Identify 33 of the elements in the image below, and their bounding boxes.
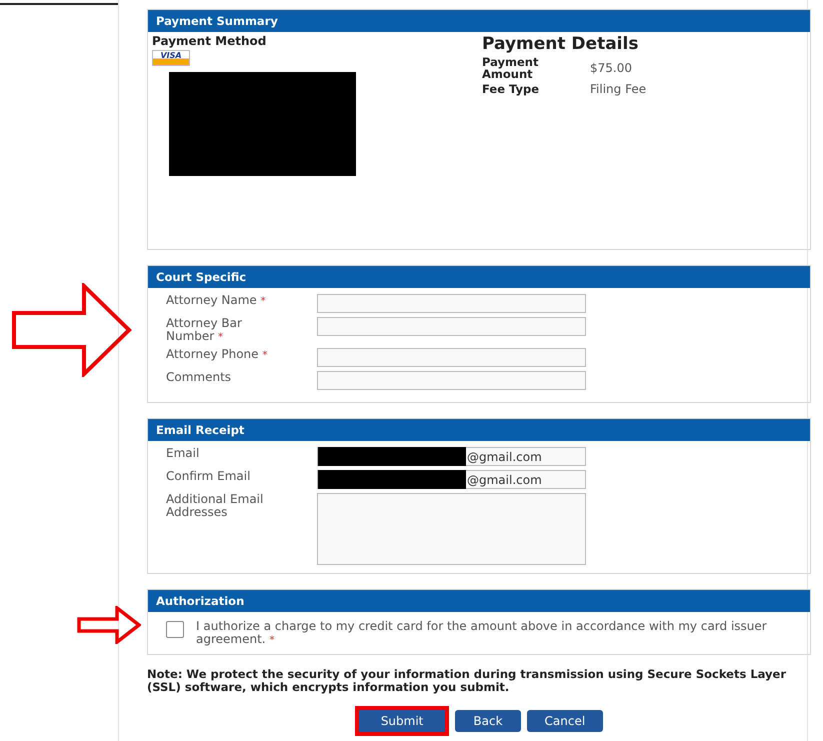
- payment-method-label: Payment Method: [152, 34, 268, 48]
- field-label: Attorney Phone *: [166, 348, 268, 362]
- input-field[interactable]: [317, 371, 586, 390]
- panel-header: Court Specific: [148, 266, 810, 288]
- arrow-annotation-icon: [77, 606, 141, 644]
- card-logo: VISA: [152, 50, 190, 66]
- detail-label: Fee Type: [482, 83, 540, 95]
- checkbox[interactable]: [166, 621, 184, 638]
- authorization-text: I authorize a charge to my credit card for the amount above in accordance with my card issuer agreement. *: [196, 620, 768, 647]
- field-label: Comments: [166, 371, 232, 384]
- field-label: Email: [166, 447, 200, 460]
- input-field[interactable]: [317, 348, 586, 367]
- arrow-annotation-icon: [12, 283, 132, 377]
- detail-value: $75.00: [590, 61, 632, 75]
- field-label: Attorney Bar Number *: [166, 317, 243, 344]
- form-button[interactable]: Back: [455, 710, 521, 732]
- field-label: Confirm Email: [166, 470, 252, 482]
- panel-header: Payment Summary: [148, 10, 810, 32]
- field-label: Additional Email Addresses: [166, 493, 264, 518]
- input-field[interactable]: [317, 317, 586, 336]
- detail-value: Filing Fee: [590, 82, 646, 96]
- detail-label: Payment Amount: [482, 56, 540, 80]
- panel-header: Email Receipt: [148, 419, 810, 441]
- details-title: Payment Details: [482, 34, 640, 54]
- security-note: Note: We protect the security of your information during transmission using Secure Sockets Layer (SSL) software, which encrypts information you submit.: [147, 668, 788, 694]
- form-button[interactable]: Submit: [354, 706, 450, 736]
- input-field[interactable]: @gmail.com: [317, 470, 586, 489]
- form-button[interactable]: Cancel: [526, 710, 604, 732]
- field-label: Attorney Name *: [166, 294, 267, 308]
- text-area[interactable]: [317, 493, 586, 565]
- input-field[interactable]: [317, 294, 586, 313]
- panel-header: Authorization: [148, 590, 810, 612]
- input-field[interactable]: @gmail.com: [317, 447, 586, 466]
